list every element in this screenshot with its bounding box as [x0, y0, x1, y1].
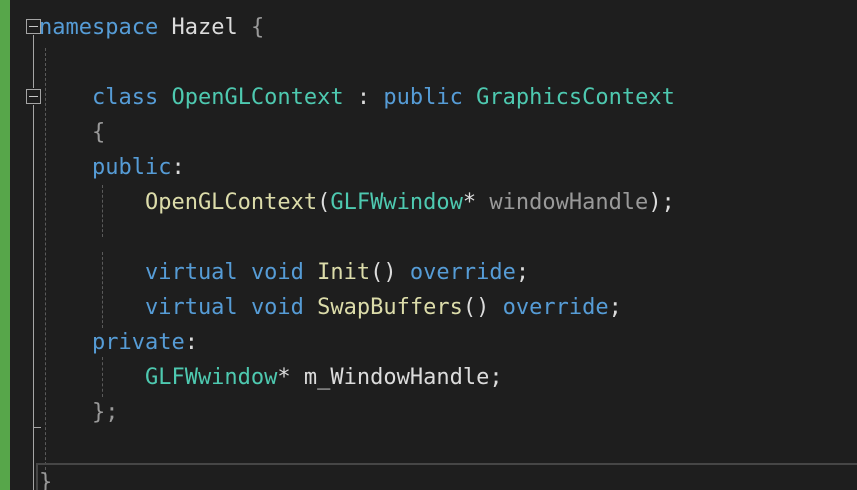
code-token-keyword: public: [383, 85, 463, 110]
code-token-keyword: namespace: [39, 15, 159, 40]
code-token-plain: *: [462, 190, 490, 215]
code-line[interactable]: virtual void Init() override;: [39, 255, 529, 290]
code-token-plain: (): [462, 295, 503, 320]
code-token-keyword: virtual: [39, 260, 238, 285]
fold-line: [33, 428, 34, 490]
code-token-keyword: class: [39, 85, 159, 110]
code-line[interactable]: public:: [39, 150, 185, 185]
code-token-plain: ;: [515, 260, 530, 285]
code-token-type: GLFWwindow: [330, 190, 463, 215]
code-token-plain: :: [184, 330, 198, 355]
code-line[interactable]: };: [39, 395, 119, 430]
code-token-parameter: }: [39, 470, 53, 490]
code-token-plain: (: [317, 190, 331, 215]
code-token-keyword: virtual: [39, 295, 238, 320]
code-token-keyword: override: [502, 295, 609, 320]
change-indicator-bar: [0, 0, 10, 490]
code-token-plain: :: [356, 85, 384, 110]
code-token-parameter: {: [39, 120, 106, 145]
code-line[interactable]: class OpenGLContext : public GraphicsCon…: [39, 80, 675, 115]
code-editor[interactable]: namespace Hazel { class OpenGLContext : …: [0, 0, 857, 490]
code-line[interactable]: {: [39, 115, 105, 150]
code-token-parameter: windowHandle: [489, 190, 649, 215]
code-token-keyword: private: [39, 330, 185, 355]
code-token-plain: * m_WindowHandle;: [277, 365, 503, 390]
code-token-type: GraphicsContext: [462, 85, 675, 110]
code-token-keyword: override: [409, 260, 516, 285]
code-line[interactable]: namespace Hazel {: [39, 10, 264, 45]
code-token-plain: (): [370, 260, 410, 285]
code-line[interactable]: private:: [39, 325, 198, 360]
code-token-function: Init: [317, 260, 371, 285]
fold-line: [33, 35, 34, 88]
code-token-function: SwapBuffers: [317, 295, 463, 320]
current-line-highlight: [36, 463, 857, 490]
code-token-plain: );: [648, 190, 675, 215]
code-line[interactable]: }: [39, 465, 52, 490]
fold-line: [33, 105, 34, 427]
code-token-keyword: void: [250, 260, 304, 285]
code-token-function: OpenGLContext: [39, 190, 318, 215]
code-token-type: GLFWwindow: [39, 365, 278, 390]
outlining-margin: [10, 0, 41, 490]
code-token-plain: :: [171, 155, 185, 180]
code-token-keyword: void: [250, 295, 304, 320]
code-token-parameter: };: [39, 400, 119, 425]
code-line[interactable]: GLFWwindow* m_WindowHandle;: [39, 360, 503, 395]
code-token-plain: ;: [608, 295, 622, 320]
code-line[interactable]: virtual void SwapBuffers() override;: [39, 290, 622, 325]
code-token-keyword: public: [39, 155, 172, 180]
code-token-plain: Hazel: [158, 15, 251, 40]
code-token-type: OpenGLContext: [158, 85, 357, 110]
code-line[interactable]: OpenGLContext(GLFWwindow* windowHandle);: [39, 185, 675, 220]
code-token-parameter: {: [250, 15, 265, 40]
